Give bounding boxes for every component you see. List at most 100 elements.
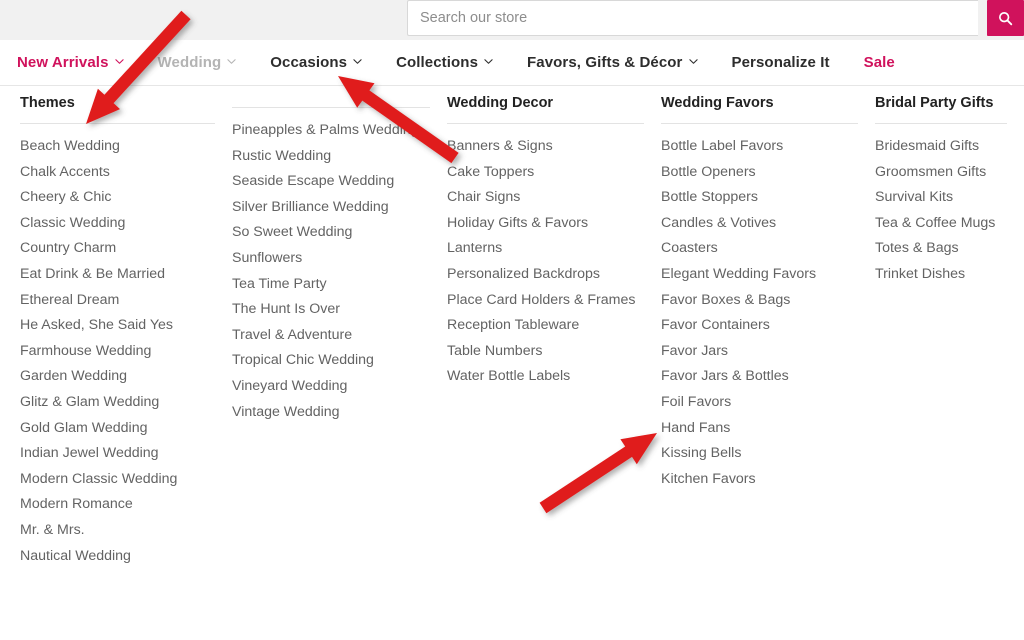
nav-item-label: Wedding: [157, 54, 222, 71]
menu-link[interactable]: Nautical Wedding: [20, 547, 232, 566]
menu-link[interactable]: Candles & Votives: [661, 214, 875, 233]
search-form: [407, 0, 1024, 36]
nav-item-sale[interactable]: Sale: [864, 54, 895, 71]
menu-link[interactable]: The Hunt Is Over: [232, 300, 447, 319]
menu-link[interactable]: Holiday Gifts & Favors: [447, 214, 661, 233]
nav-item-occasions[interactable]: Occasions: [270, 54, 362, 71]
menu-link[interactable]: Sunflowers: [232, 249, 447, 268]
menu-link[interactable]: Silver Brilliance Wedding: [232, 198, 447, 217]
menu-link[interactable]: Kissing Bells: [661, 444, 875, 463]
menu-link[interactable]: Pineapples & Palms Wedding: [232, 121, 447, 140]
menu-link[interactable]: Chair Signs: [447, 188, 661, 207]
menu-link[interactable]: Place Card Holders & Frames: [447, 291, 661, 310]
chevron-down-icon: [484, 57, 493, 66]
nav-item-wedding[interactable]: Wedding: [158, 54, 237, 71]
menu-link[interactable]: Bottle Label Favors: [661, 137, 875, 156]
menu-link[interactable]: Hand Fans: [661, 419, 875, 438]
menu-link[interactable]: Water Bottle Labels: [447, 367, 661, 386]
menu-link[interactable]: Favor Jars: [661, 342, 875, 361]
mega-menu-column-bridal-party-gifts: Bridal Party Gifts Bridesmaid Gifts Grooms…: [875, 94, 1024, 572]
column-heading: Wedding Decor: [447, 95, 554, 111]
nav-item-label: Collections: [396, 54, 479, 71]
nav-item-label: New Arrivals: [17, 54, 109, 71]
search-icon: [998, 11, 1013, 26]
menu-link[interactable]: Tropical Chic Wedding: [232, 351, 447, 370]
menu-link[interactable]: Beach Wedding: [20, 137, 232, 156]
chevron-down-icon: [227, 57, 236, 66]
menu-link[interactable]: Classic Wedding: [20, 214, 232, 233]
menu-link[interactable]: Coasters: [661, 239, 875, 258]
menu-link[interactable]: Vineyard Wedding: [232, 377, 447, 396]
menu-link[interactable]: Banners & Signs: [447, 137, 661, 156]
menu-link[interactable]: Trinket Dishes: [875, 265, 1024, 284]
search-input[interactable]: [407, 0, 978, 36]
menu-link[interactable]: Reception Tableware: [447, 316, 661, 335]
menu-link[interactable]: Tea Time Party: [232, 275, 447, 294]
column-divider: [661, 123, 858, 124]
menu-link[interactable]: Ethereal Dream: [20, 291, 232, 310]
menu-link[interactable]: Table Numbers: [447, 342, 661, 361]
menu-link[interactable]: Favor Boxes & Bags: [661, 291, 875, 310]
menu-link[interactable]: Cake Toppers: [447, 163, 661, 182]
nav-item-collections[interactable]: Collections: [396, 54, 493, 71]
wedding-mega-menu-panel: Themes Beach Wedding Chalk Accents Cheery &…: [0, 86, 1024, 640]
menu-link[interactable]: Mr. & Mrs.: [20, 521, 232, 540]
menu-link[interactable]: Personalized Backdrops: [447, 265, 661, 284]
nav-item-label: Personalize It: [731, 54, 830, 71]
menu-link[interactable]: Foil Favors: [661, 393, 875, 412]
menu-link[interactable]: So Sweet Wedding: [232, 223, 447, 242]
menu-link[interactable]: He Asked, She Said Yes: [20, 316, 232, 335]
menu-link[interactable]: Groomsmen Gifts: [875, 163, 1024, 182]
nav-item-label: Favors, Gifts & Décor: [527, 54, 683, 71]
menu-link[interactable]: Eat Drink & Be Married: [20, 265, 232, 284]
nav-item-personalize-it[interactable]: Personalize It: [732, 54, 830, 71]
menu-link[interactable]: Survival Kits: [875, 188, 1024, 207]
menu-link[interactable]: Favor Containers: [661, 316, 875, 335]
menu-link[interactable]: Tea & Coffee Mugs: [875, 214, 1024, 233]
menu-link[interactable]: Favor Jars & Bottles: [661, 367, 875, 386]
mega-menu-column-themes-continued: Pineapples & Palms Wedding Rustic Wedding…: [232, 94, 447, 572]
mega-menu-column-themes: Themes Beach Wedding Chalk Accents Cheery &…: [20, 94, 232, 572]
menu-link[interactable]: Totes & Bags: [875, 239, 1024, 258]
mega-menu-columns: Themes Beach Wedding Chalk Accents Cheery &…: [0, 94, 1024, 572]
column-heading: Wedding Favors: [661, 95, 774, 111]
menu-link[interactable]: Glitz & Glam Wedding: [20, 393, 232, 412]
menu-link[interactable]: Gold Glam Wedding: [20, 419, 232, 438]
column-divider: [20, 123, 215, 124]
main-navigation: New Arrivals Wedding Occasions Collections F…: [0, 40, 1024, 86]
menu-link[interactable]: Cheery & Chic: [20, 188, 232, 207]
menu-link[interactable]: Modern Classic Wedding: [20, 470, 232, 489]
mega-menu-column-wedding-decor: Wedding Decor Banners & Signs Cake Toppers…: [447, 94, 661, 572]
column-heading: Bridal Party Gifts: [875, 95, 994, 111]
menu-link[interactable]: Travel & Adventure: [232, 326, 447, 345]
nav-item-favors-gifts-d-cor[interactable]: Favors, Gifts & Décor: [527, 54, 698, 71]
mega-menu-column-wedding-favors: Wedding Favors Bottle Label Favors Bottle …: [661, 94, 875, 572]
menu-link[interactable]: Rustic Wedding: [232, 147, 447, 166]
menu-link[interactable]: Bottle Openers: [661, 163, 875, 182]
menu-link[interactable]: Chalk Accents: [20, 163, 232, 182]
chevron-down-icon: [688, 57, 698, 66]
column-heading: Themes: [20, 95, 75, 111]
column-divider: [232, 107, 430, 108]
chevron-down-icon: [353, 57, 362, 66]
column-divider: [447, 123, 644, 124]
menu-link[interactable]: Indian Jewel Wedding: [20, 444, 232, 463]
menu-link[interactable]: Vintage Wedding: [232, 403, 447, 422]
column-divider: [875, 123, 1007, 124]
menu-link[interactable]: Modern Romance: [20, 495, 232, 514]
nav-item-label: Sale: [863, 54, 895, 71]
menu-link[interactable]: Farmhouse Wedding: [20, 342, 232, 361]
chevron-down-icon: [114, 57, 124, 66]
search-submit-button[interactable]: [987, 0, 1024, 36]
menu-link[interactable]: Garden Wedding: [20, 367, 232, 386]
menu-link[interactable]: Bottle Stoppers: [661, 188, 875, 207]
menu-link[interactable]: Lanterns: [447, 239, 661, 258]
menu-link[interactable]: Kitchen Favors: [661, 470, 875, 489]
nav-item-new-arrivals[interactable]: New Arrivals: [17, 54, 124, 71]
menu-link[interactable]: Seaside Escape Wedding: [232, 172, 447, 191]
menu-link[interactable]: Country Charm: [20, 239, 232, 258]
nav-item-label: Occasions: [270, 54, 348, 71]
menu-link[interactable]: Bridesmaid Gifts: [875, 137, 1024, 156]
menu-link[interactable]: Elegant Wedding Favors: [661, 265, 875, 284]
top-search-bar: [0, 0, 1024, 40]
